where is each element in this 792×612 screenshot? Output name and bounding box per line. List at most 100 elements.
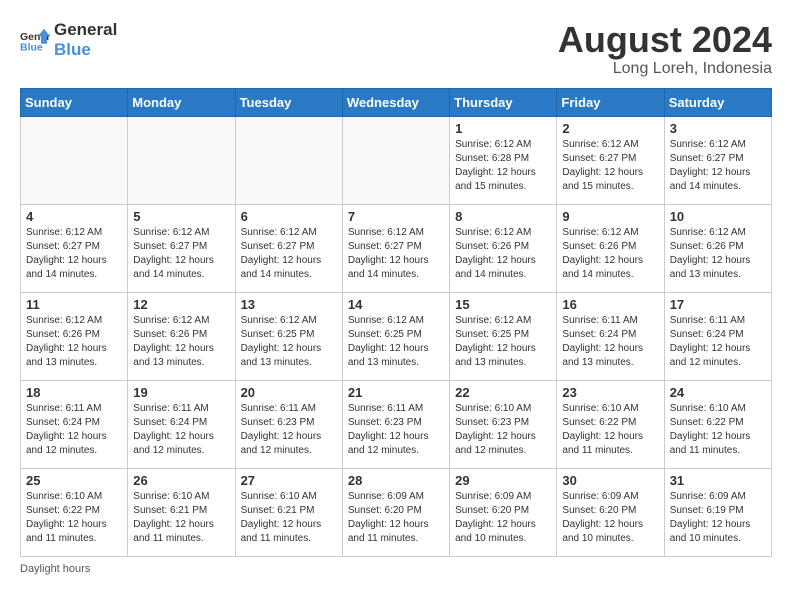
calendar-day-cell: 7 Sunrise: 6:12 AM Sunset: 6:27 PM Daylig… xyxy=(342,204,449,292)
day-number: 12 xyxy=(133,297,229,312)
calendar-day-cell: 20Sunrise: 6:11 AM Sunset: 6:23 PM Dayli… xyxy=(235,380,342,468)
day-info: Sunrise: 6:09 AM Sunset: 6:19 PM Dayligh… xyxy=(670,490,766,546)
calendar-day-cell: 15 Sunrise: 6:12 AM Sunset: 6:25 PM Dayli… xyxy=(450,292,557,380)
weekday-header-thursday: Thursday xyxy=(450,88,557,116)
day-info: Sunrise: 6:12 AM Sunset: 6:27 PM Dayligh… xyxy=(562,138,658,194)
day-info: Sunrise: 6:12 AM Sunset: 6:26 PM Dayligh… xyxy=(26,314,122,370)
day-number: 23 xyxy=(562,385,658,400)
calendar-week-row: 18 Sunrise: 6:11 AM Sunset: 6:24 PM Dayli… xyxy=(21,380,772,468)
day-info: Sunrise: 6:09 AM Sunset: 6:20 PM Dayligh… xyxy=(455,490,551,546)
calendar-day-cell: 27Sunrise: 6:10 AM Sunset: 6:21 PM Dayli… xyxy=(235,468,342,556)
calendar-day-cell: 28 Sunrise: 6:09 AM Sunset: 6:20 PM Dayli… xyxy=(342,468,449,556)
day-info: Sunrise: 6:10 AM Sunset: 6:21 PM Dayligh… xyxy=(241,490,337,546)
day-info: Sunrise: 6:10 AM Sunset: 6:22 PM Dayligh… xyxy=(670,402,766,458)
calendar-day-cell xyxy=(342,116,449,204)
day-info: Sunrise: 6:12 AM Sunset: 6:25 PM Dayligh… xyxy=(348,314,444,370)
calendar-day-cell: 4 Sunrise: 6:12 AM Sunset: 6:27 PM Daylig… xyxy=(21,204,128,292)
weekday-header-tuesday: Tuesday xyxy=(235,88,342,116)
svg-text:Blue: Blue xyxy=(20,42,43,54)
day-info: Sunrise: 6:12 AM Sunset: 6:26 PM Dayligh… xyxy=(562,226,658,282)
day-info: Sunrise: 6:12 AM Sunset: 6:27 PM Dayligh… xyxy=(348,226,444,282)
calendar-day-cell xyxy=(128,116,235,204)
calendar-day-cell: 22 Sunrise: 6:10 AM Sunset: 6:23 PM Dayli… xyxy=(450,380,557,468)
day-info: Sunrise: 6:09 AM Sunset: 6:20 PM Dayligh… xyxy=(348,490,444,546)
day-number: 15 xyxy=(455,297,551,312)
day-info: Sunrise: 6:12 AM Sunset: 6:27 PM Dayligh… xyxy=(670,138,766,194)
footer-note: Daylight hours xyxy=(20,563,772,575)
weekday-header-wednesday: Wednesday xyxy=(342,88,449,116)
location-subtitle: Long Loreh, Indonesia xyxy=(558,60,772,78)
day-info: Sunrise: 6:12 AM Sunset: 6:27 PM Dayligh… xyxy=(241,226,337,282)
day-number: 28 xyxy=(348,473,444,488)
day-number: 4 xyxy=(26,209,122,224)
month-year-title: August 2024 xyxy=(558,20,772,60)
day-info: Sunrise: 6:10 AM Sunset: 6:23 PM Dayligh… xyxy=(455,402,551,458)
weekday-header-friday: Friday xyxy=(557,88,664,116)
day-info: Sunrise: 6:12 AM Sunset: 6:26 PM Dayligh… xyxy=(455,226,551,282)
day-number: 7 xyxy=(348,209,444,224)
day-info: Sunrise: 6:11 AM Sunset: 6:24 PM Dayligh… xyxy=(670,314,766,370)
calendar-day-cell: 12 Sunrise: 6:12 AM Sunset: 6:26 PM Dayli… xyxy=(128,292,235,380)
day-number: 25 xyxy=(26,473,122,488)
day-info: Sunrise: 6:12 AM Sunset: 6:25 PM Dayligh… xyxy=(455,314,551,370)
day-number: 8 xyxy=(455,209,551,224)
day-info: Sunrise: 6:09 AM Sunset: 6:20 PM Dayligh… xyxy=(562,490,658,546)
calendar-day-cell: 29 Sunrise: 6:09 AM Sunset: 6:20 PM Dayli… xyxy=(450,468,557,556)
calendar-day-cell: 13 Sunrise: 6:12 AM Sunset: 6:25 PM Dayli… xyxy=(235,292,342,380)
calendar-week-row: 25 Sunrise: 6:10 AM Sunset: 6:22 PM Dayli… xyxy=(21,468,772,556)
weekday-header-monday: Monday xyxy=(128,88,235,116)
day-info: Sunrise: 6:12 AM Sunset: 6:26 PM Dayligh… xyxy=(133,314,229,370)
day-info: Sunrise: 6:10 AM Sunset: 6:21 PM Dayligh… xyxy=(133,490,229,546)
day-info: Sunrise: 6:10 AM Sunset: 6:22 PM Dayligh… xyxy=(26,490,122,546)
day-number: 5 xyxy=(133,209,229,224)
day-number: 20 xyxy=(241,385,337,400)
calendar-day-cell: 26 Sunrise: 6:10 AM Sunset: 6:21 PM Dayli… xyxy=(128,468,235,556)
day-number: 2 xyxy=(562,121,658,136)
day-number: 14 xyxy=(348,297,444,312)
day-number: 26 xyxy=(133,473,229,488)
weekday-header-row: SundayMondayTuesdayWednesdayThursdayFrid… xyxy=(21,88,772,116)
calendar-day-cell: 17Sunrise: 6:11 AM Sunset: 6:24 PM Dayli… xyxy=(664,292,771,380)
day-number: 30 xyxy=(562,473,658,488)
calendar-day-cell: 19Sunrise: 6:11 AM Sunset: 6:24 PM Dayli… xyxy=(128,380,235,468)
calendar-day-cell: 14 Sunrise: 6:12 AM Sunset: 6:25 PM Dayli… xyxy=(342,292,449,380)
day-info: Sunrise: 6:11 AM Sunset: 6:24 PM Dayligh… xyxy=(26,402,122,458)
day-info: Sunrise: 6:11 AM Sunset: 6:24 PM Dayligh… xyxy=(562,314,658,370)
day-number: 29 xyxy=(455,473,551,488)
day-number: 16 xyxy=(562,297,658,312)
day-number: 6 xyxy=(241,209,337,224)
day-number: 18 xyxy=(26,385,122,400)
calendar-day-cell: 5Sunrise: 6:12 AM Sunset: 6:27 PM Daylig… xyxy=(128,204,235,292)
calendar-day-cell: 9 Sunrise: 6:12 AM Sunset: 6:26 PM Daylig… xyxy=(557,204,664,292)
calendar-day-cell: 10 Sunrise: 6:12 AM Sunset: 6:26 PM Dayli… xyxy=(664,204,771,292)
day-info: Sunrise: 6:12 AM Sunset: 6:25 PM Dayligh… xyxy=(241,314,337,370)
weekday-header-saturday: Saturday xyxy=(664,88,771,116)
calendar-day-cell: 31Sunrise: 6:09 AM Sunset: 6:19 PM Dayli… xyxy=(664,468,771,556)
calendar-day-cell: 25 Sunrise: 6:10 AM Sunset: 6:22 PM Dayli… xyxy=(21,468,128,556)
day-number: 13 xyxy=(241,297,337,312)
calendar-day-cell: 3Sunrise: 6:12 AM Sunset: 6:27 PM Daylig… xyxy=(664,116,771,204)
calendar-day-cell: 30 Sunrise: 6:09 AM Sunset: 6:20 PM Dayli… xyxy=(557,468,664,556)
logo-text-blue: Blue xyxy=(54,40,117,60)
calendar-week-row: 1 Sunrise: 6:12 AM Sunset: 6:28 PM Daylig… xyxy=(21,116,772,204)
day-info: Sunrise: 6:12 AM Sunset: 6:27 PM Dayligh… xyxy=(26,226,122,282)
day-number: 10 xyxy=(670,209,766,224)
calendar-day-cell: 6 Sunrise: 6:12 AM Sunset: 6:27 PM Daylig… xyxy=(235,204,342,292)
title-block: August 2024 Long Loreh, Indonesia xyxy=(558,20,772,78)
day-info: Sunrise: 6:12 AM Sunset: 6:28 PM Dayligh… xyxy=(455,138,551,194)
day-number: 1 xyxy=(455,121,551,136)
calendar-week-row: 4 Sunrise: 6:12 AM Sunset: 6:27 PM Daylig… xyxy=(21,204,772,292)
weekday-header-sunday: Sunday xyxy=(21,88,128,116)
calendar-week-row: 11Sunrise: 6:12 AM Sunset: 6:26 PM Dayli… xyxy=(21,292,772,380)
day-number: 19 xyxy=(133,385,229,400)
calendar-day-cell: 1 Sunrise: 6:12 AM Sunset: 6:28 PM Daylig… xyxy=(450,116,557,204)
day-number: 9 xyxy=(562,209,658,224)
calendar-day-cell: 18 Sunrise: 6:11 AM Sunset: 6:24 PM Dayli… xyxy=(21,380,128,468)
calendar-day-cell: 11Sunrise: 6:12 AM Sunset: 6:26 PM Dayli… xyxy=(21,292,128,380)
day-number: 22 xyxy=(455,385,551,400)
calendar-day-cell: 24Sunrise: 6:10 AM Sunset: 6:22 PM Dayli… xyxy=(664,380,771,468)
calendar-day-cell xyxy=(21,116,128,204)
logo-text-general: General xyxy=(54,20,117,40)
logo: General Blue General Blue xyxy=(20,20,117,61)
day-info: Sunrise: 6:12 AM Sunset: 6:26 PM Dayligh… xyxy=(670,226,766,282)
